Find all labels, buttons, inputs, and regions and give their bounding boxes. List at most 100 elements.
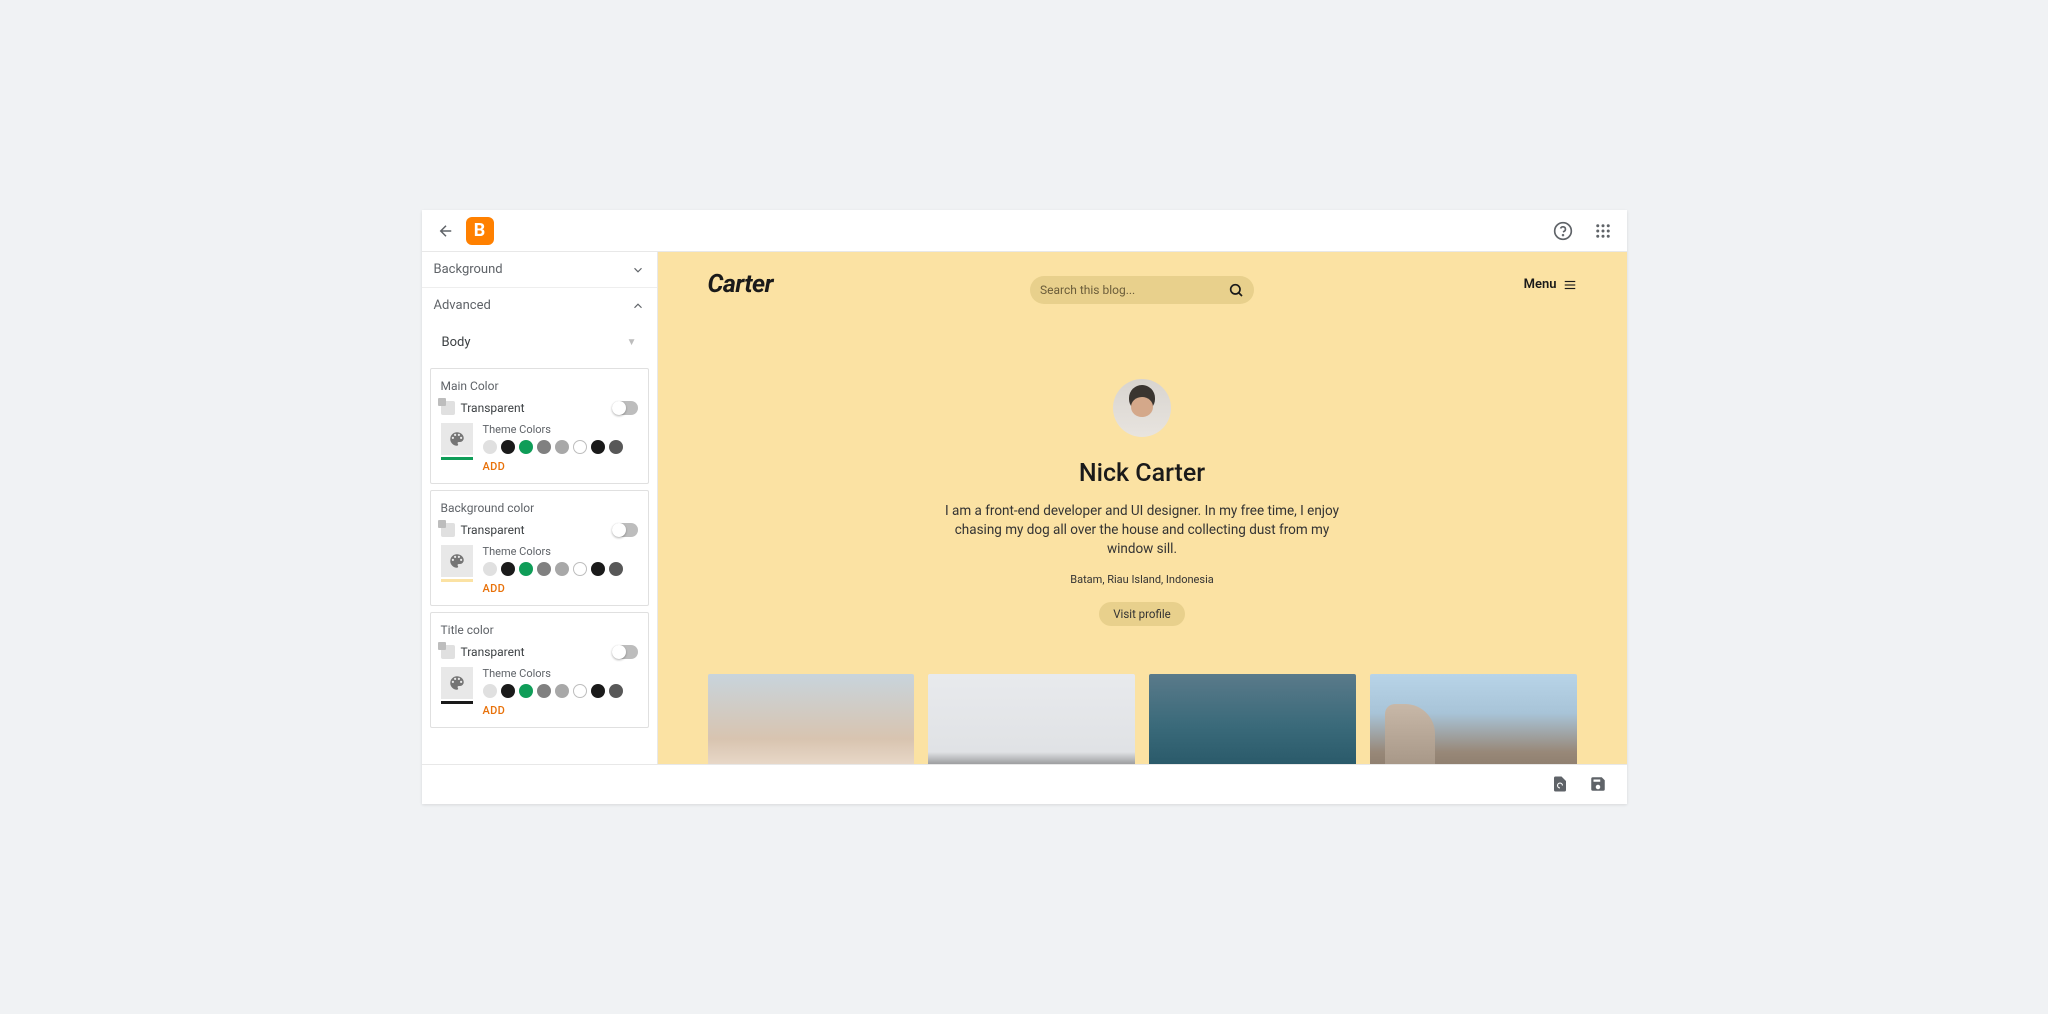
color-picker[interactable] [441, 545, 473, 595]
color-swatch[interactable] [573, 440, 587, 454]
transparency-icon [441, 523, 455, 537]
transparent-label: Transparent [461, 401, 525, 415]
transparent-toggle[interactable] [612, 645, 638, 659]
color-swatch[interactable] [573, 562, 587, 576]
chevron-up-icon [631, 299, 645, 313]
restore-icon [1551, 775, 1569, 793]
color-swatch[interactable] [555, 562, 569, 576]
revert-button[interactable] [1551, 775, 1571, 795]
post-card[interactable] [1370, 674, 1577, 764]
help-button[interactable] [1551, 219, 1575, 243]
color-swatch[interactable] [519, 684, 533, 698]
color-swatch[interactable] [609, 440, 623, 454]
search-box[interactable] [1030, 276, 1254, 304]
arrow-left-icon [437, 222, 455, 240]
color-swatch[interactable] [483, 440, 497, 454]
hamburger-icon [1563, 278, 1577, 292]
transparent-label: Transparent [461, 523, 525, 537]
menu-button[interactable]: Menu [1524, 277, 1577, 292]
color-swatch[interactable] [483, 684, 497, 698]
theme-colors-label: Theme Colors [483, 667, 638, 680]
color-swatch[interactable] [591, 440, 605, 454]
section-advanced[interactable]: Advanced [422, 288, 657, 323]
post-card[interactable] [708, 674, 915, 764]
save-icon [1589, 775, 1607, 793]
dropdown-value: Body [442, 335, 471, 350]
transparency-icon [441, 401, 455, 415]
menu-label: Menu [1524, 277, 1557, 292]
color-swatch[interactable] [555, 684, 569, 698]
avatar[interactable] [1113, 379, 1171, 437]
color-swatch[interactable] [609, 562, 623, 576]
sidebar: Background Advanced Body ▼ Main Color Tra… [422, 252, 658, 764]
color-swatch[interactable] [501, 684, 515, 698]
transparent-row: Transparent [441, 523, 638, 537]
color-swatch[interactable] [501, 440, 515, 454]
color-swatch[interactable] [609, 684, 623, 698]
section-background[interactable]: Background [422, 252, 657, 288]
save-button[interactable] [1589, 775, 1609, 795]
color-swatch[interactable] [537, 440, 551, 454]
color-card: Background color Transparent Theme Colors A… [430, 490, 649, 606]
swatch-row [483, 440, 638, 454]
back-button[interactable] [434, 219, 458, 243]
post-card[interactable] [928, 674, 1135, 764]
search-input[interactable] [1040, 283, 1228, 297]
post-grid [658, 674, 1627, 764]
color-swatch[interactable] [555, 440, 569, 454]
app-footer [422, 764, 1627, 804]
profile-area: Nick Carter I am a front-end developer a… [658, 379, 1627, 626]
color-swatch[interactable] [537, 684, 551, 698]
triangle-down-icon: ▼ [627, 337, 637, 348]
palette-icon [448, 552, 466, 570]
logo-letter: B [474, 220, 486, 241]
body-dropdown[interactable]: Body ▼ [422, 323, 657, 362]
app-window: B Background Advanced Body ▼ Main Color T… [422, 210, 1627, 804]
add-color-button[interactable]: ADD [483, 460, 638, 473]
color-swatch[interactable] [537, 562, 551, 576]
swatch-row [483, 562, 638, 576]
profile-location: Batam, Riau Island, Indonesia [658, 573, 1627, 586]
transparency-icon [441, 645, 455, 659]
color-card: Main Color Transparent Theme ColorsADD [430, 368, 649, 484]
color-swatch[interactable] [483, 562, 497, 576]
transparent-label: Transparent [461, 645, 525, 659]
profile-name: Nick Carter [658, 459, 1627, 488]
color-swatch[interactable] [519, 562, 533, 576]
apps-grid-icon [1594, 222, 1612, 240]
card-title: Title color [441, 623, 638, 637]
color-section: Theme ColorsADD [441, 423, 638, 473]
search-icon [1228, 282, 1244, 298]
color-picker[interactable] [441, 667, 473, 717]
add-color-button[interactable]: ADD [483, 582, 638, 595]
visit-profile-button[interactable]: Visit profile [1099, 602, 1185, 626]
color-picker[interactable] [441, 423, 473, 473]
swatch-row [483, 684, 638, 698]
color-swatch[interactable] [591, 684, 605, 698]
color-swatch[interactable] [591, 562, 605, 576]
color-swatch[interactable] [573, 684, 587, 698]
help-icon [1553, 221, 1573, 241]
transparent-row: Transparent [441, 401, 638, 415]
color-section: Theme Colors ADD [441, 545, 638, 595]
chevron-down-icon [631, 263, 645, 277]
transparent-toggle[interactable] [612, 401, 638, 415]
picker-underline [441, 579, 473, 582]
preview-pane: Carter Menu Nick Carter I am a front-end… [658, 252, 1627, 764]
apps-button[interactable] [1591, 219, 1615, 243]
card-title: Background color [441, 501, 638, 515]
profile-bio: I am a front-end developer and UI design… [937, 502, 1347, 559]
add-color-button[interactable]: ADD [483, 704, 638, 717]
color-swatch[interactable] [519, 440, 533, 454]
card-title: Main Color [441, 379, 638, 393]
section-label: Advanced [434, 298, 491, 313]
theme-colors-label: Theme Colors [483, 545, 638, 558]
transparent-row: Transparent [441, 645, 638, 659]
blog-title[interactable]: Carter [708, 270, 774, 299]
color-swatch[interactable] [501, 562, 515, 576]
transparent-toggle[interactable] [612, 523, 638, 537]
palette-icon [448, 674, 466, 692]
color-card: Title color Transparent Theme Colors ADD [430, 612, 649, 728]
post-card[interactable] [1149, 674, 1356, 764]
app-body: Background Advanced Body ▼ Main Color Tra… [422, 252, 1627, 764]
